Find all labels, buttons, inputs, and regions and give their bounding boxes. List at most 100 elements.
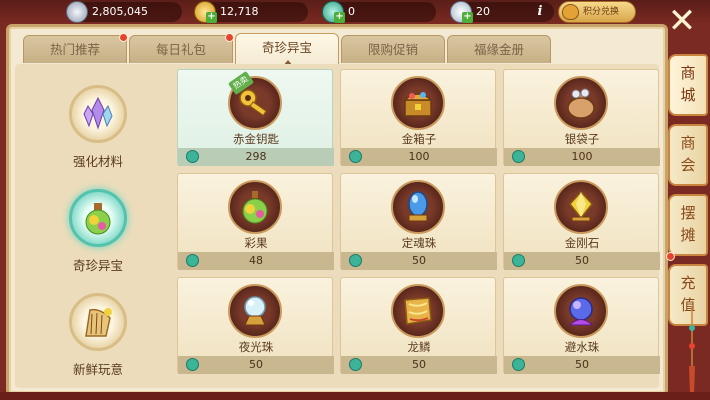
item-card[interactable]: 银袋子 100 [503,69,660,166]
close-button[interactable]: ✕ [664,4,700,38]
chest-icon [403,92,433,117]
side-tab-stall-badge [666,252,675,261]
item-price-value: 50 [412,254,426,267]
item-icon-frame [554,284,608,338]
tab-limited[interactable]: 限购促销 [341,35,445,63]
potion-icon [85,203,111,235]
item-card[interactable]: 热卖 赤金钥匙 298 [177,69,334,166]
item-icon-frame [228,180,282,234]
item-price: 100 [341,148,497,166]
item-name: 金刚石 [564,236,600,250]
jade-coin-icon [186,358,199,371]
info-button[interactable]: i [530,2,550,22]
add-gold-icon[interactable]: + [206,12,217,23]
category-list: 强化材料 奇珍异宝 新鲜玩意 [23,71,173,381]
item-card[interactable]: 金刚石 50 [503,173,660,270]
water-orb-icon [568,297,594,326]
side-tab-guild-label: 商会 [680,134,696,174]
category-materials-label: 强化材料 [72,154,123,169]
harp-icon [85,308,112,337]
jade-currency[interactable]: + 0 [322,1,436,23]
tab-hot-label: 热门推荐 [49,42,100,57]
item-price: 100 [504,148,660,166]
bag-icon [567,88,595,119]
item-price: 298 [178,148,334,166]
item-price: 50 [341,356,497,374]
item-name: 龙鳞 [407,340,431,354]
blue-orb-icon [408,191,428,222]
item-icon-frame [228,284,282,338]
item-icon-frame [554,180,608,234]
jade-coin-icon [512,358,525,371]
item-icon-frame [391,284,445,338]
category-novelty-ring [69,293,127,351]
money-bag-icon [562,4,579,20]
item-card[interactable]: 夜光珠 50 [177,277,334,374]
jade-coin-icon [186,150,199,163]
side-tab-guild[interactable]: 商会 [668,124,708,186]
category-treasure[interactable]: 奇珍异宝 [23,175,173,275]
silver-bar-amount: 20 [476,5,490,18]
jade-coin-icon [349,254,362,267]
currency-bar: 2,805,045 + 12,718 + 0 + 20 i 积分兑换 [0,0,710,24]
gold-amount: 12,718 [220,5,259,18]
diamond-icon [569,190,593,222]
add-jade-icon[interactable]: + [334,12,345,23]
bottom-frame [0,392,710,400]
points-exchange-button[interactable]: 积分兑换 [558,1,636,23]
item-price-value: 48 [249,254,263,267]
category-treasure-label: 奇珍异宝 [72,258,123,273]
jade-coin-icon [186,254,199,267]
add-silver-bar-icon[interactable]: + [462,12,473,23]
tab-fortune[interactable]: 福缘金册 [447,35,551,63]
item-price: 50 [178,356,334,374]
tab-daily-badge [225,33,234,42]
side-tab-mall-label: 商城 [680,64,696,104]
category-novelty[interactable]: 新鲜玩意 [23,279,173,379]
side-tab-stall[interactable]: 摆摊 [666,194,708,261]
item-grid: 热卖 赤金钥匙 298 金箱子 100 银袋子 100 彩果 48 定魂珠 50… [177,69,663,383]
tassel-decoration [689,306,695,394]
jade-coin-icon [349,150,362,163]
jade-coin-icon [512,254,525,267]
shop-panel: 热门推荐 每日礼包 奇珍异宝 限购促销 福缘金册 强化材料 奇珍异宝 新鲜玩意 … [6,24,668,396]
item-card[interactable]: 彩果 48 [177,173,334,270]
item-name: 赤金钥匙 [233,132,279,146]
category-materials[interactable]: 强化材料 [23,71,173,171]
item-price: 48 [178,252,334,270]
tab-daily-label: 每日礼包 [155,42,206,57]
tab-hot[interactable]: 热门推荐 [23,33,128,63]
item-card[interactable]: 金箱子 100 [340,69,497,166]
points-exchange-label: 积分兑换 [583,7,620,17]
item-name: 避水珠 [564,340,600,354]
item-price-value: 50 [412,358,426,371]
silver-amount: 2,805,045 [92,5,148,18]
side-tab-mall[interactable]: 商城 [668,54,708,116]
item-name: 彩果 [244,236,268,250]
item-name: 银袋子 [564,132,600,146]
item-icon-frame [554,76,608,130]
category-novelty-label: 新鲜玩意 [72,362,123,377]
item-icon-frame [391,76,445,130]
tab-treasure[interactable]: 奇珍异宝 [235,33,339,66]
item-price: 50 [504,252,660,270]
tab-limited-label: 限购促销 [367,42,418,57]
item-price-value: 50 [575,358,589,371]
item-card[interactable]: 定魂珠 50 [340,173,497,270]
item-price-value: 100 [408,150,430,163]
crystal-icon [83,96,113,130]
item-card[interactable]: 避水珠 50 [503,277,660,374]
tab-treasure-label: 奇珍异宝 [261,40,312,55]
jade-coin-icon [512,150,525,163]
pearl-icon [244,296,266,326]
dragon-scale-icon [404,297,432,325]
item-price-value: 298 [245,150,267,163]
jade-amount: 0 [348,5,355,18]
silver-currency: 2,805,045 [66,1,182,23]
item-card[interactable]: 龙鳞 50 [340,277,497,374]
category-materials-ring [69,85,127,143]
jade-coin-icon [349,358,362,371]
gold-currency[interactable]: + 12,718 [194,1,308,23]
tab-fortune-label: 福缘金册 [473,42,524,57]
tab-daily[interactable]: 每日礼包 [129,33,234,63]
